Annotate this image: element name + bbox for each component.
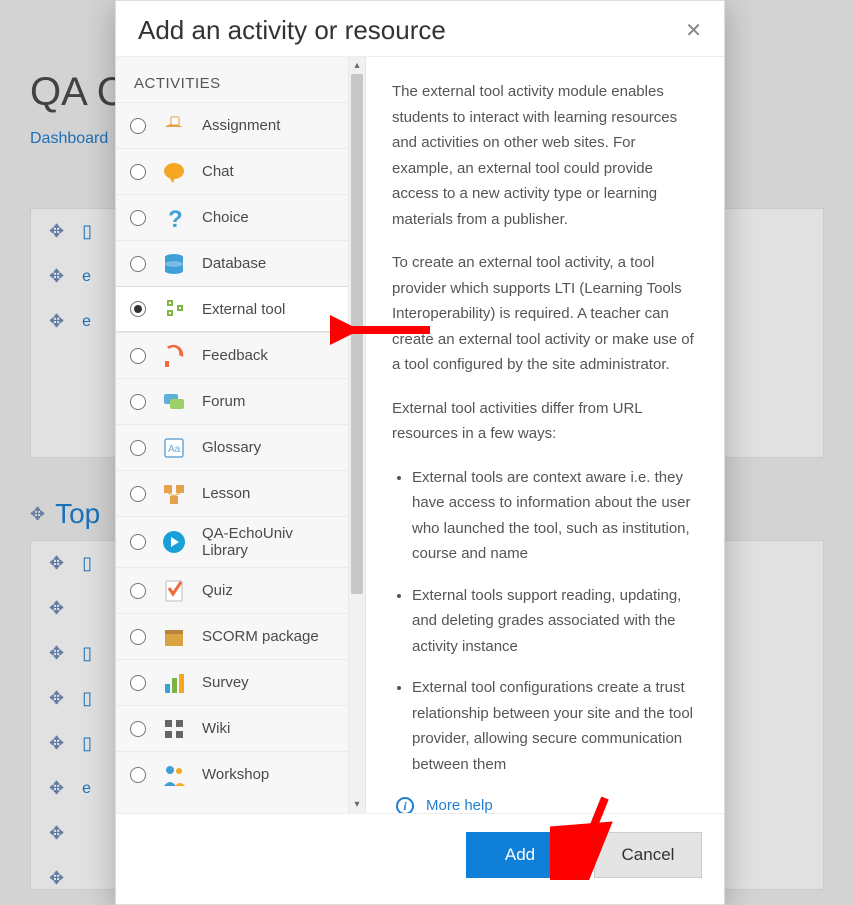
survey-icon bbox=[160, 669, 188, 697]
add-activity-modal: Add an activity or resource ✕ ACTIVITIES… bbox=[115, 0, 725, 905]
activity-label: Choice bbox=[202, 209, 249, 226]
activity-item-lesson[interactable]: Lesson bbox=[116, 470, 348, 516]
description-bullet: External tool configurations create a tr… bbox=[412, 675, 698, 777]
svg-text:Aa: Aa bbox=[168, 444, 181, 455]
modal-title: Add an activity or resource bbox=[138, 15, 446, 46]
activity-label: Chat bbox=[202, 163, 234, 180]
glossary-icon: Aa bbox=[160, 434, 188, 462]
assignment-icon bbox=[160, 112, 188, 140]
cancel-button[interactable]: Cancel bbox=[594, 832, 702, 878]
more-help-link[interactable]: i More help bbox=[396, 793, 698, 813]
scroll-thumb[interactable] bbox=[351, 74, 363, 594]
activities-pane: ACTIVITIES Assignment Chat? Choice Database… bbox=[116, 57, 366, 813]
radio[interactable] bbox=[130, 583, 146, 599]
radio[interactable] bbox=[130, 348, 146, 364]
activity-item-chat[interactable]: Chat bbox=[116, 148, 348, 194]
activity-label: Glossary bbox=[202, 439, 261, 456]
library-icon bbox=[160, 528, 188, 556]
quiz-icon bbox=[160, 577, 188, 605]
activity-item-forum[interactable]: Forum bbox=[116, 378, 348, 424]
description-bullet: External tools are context aware i.e. th… bbox=[412, 465, 698, 567]
description-paragraph: External tool activities differ from URL… bbox=[392, 396, 698, 447]
radio[interactable] bbox=[130, 394, 146, 410]
description-list: External tools are context aware i.e. th… bbox=[392, 465, 698, 778]
lesson-icon bbox=[160, 480, 188, 508]
radio[interactable] bbox=[130, 210, 146, 226]
activity-item-quiz[interactable]: Quiz bbox=[116, 567, 348, 613]
modal-footer: Add Cancel bbox=[116, 813, 724, 904]
close-icon[interactable]: ✕ bbox=[685, 21, 702, 41]
activity-item-wiki[interactable]: Wiki bbox=[116, 705, 348, 751]
activity-label: Quiz bbox=[202, 582, 233, 599]
scrollbar[interactable]: ▴ ▾ bbox=[348, 57, 365, 813]
activity-item-database[interactable]: Database bbox=[116, 240, 348, 286]
feedback-icon bbox=[160, 342, 188, 370]
database-icon bbox=[160, 250, 188, 278]
activity-item-assignment[interactable]: Assignment bbox=[116, 102, 348, 148]
radio[interactable] bbox=[130, 675, 146, 691]
activity-label: Database bbox=[202, 255, 266, 272]
activity-item-choice[interactable]: ? Choice bbox=[116, 194, 348, 240]
radio[interactable] bbox=[130, 440, 146, 456]
scorm-icon bbox=[160, 623, 188, 651]
activity-item-survey[interactable]: Survey bbox=[116, 659, 348, 705]
description-pane: The external tool activity module enable… bbox=[366, 57, 724, 813]
choice-icon: ? bbox=[160, 204, 188, 232]
activity-label: Forum bbox=[202, 393, 245, 410]
modal-header: Add an activity or resource ✕ bbox=[116, 1, 724, 56]
radio[interactable] bbox=[130, 629, 146, 645]
activity-label: QA-EchoUniv Library bbox=[202, 525, 334, 559]
radio[interactable] bbox=[130, 534, 146, 550]
chat-icon bbox=[160, 158, 188, 186]
activity-item-library[interactable]: QA-EchoUniv Library bbox=[116, 516, 348, 567]
forum-icon bbox=[160, 388, 188, 416]
activity-label: SCORM package bbox=[202, 628, 319, 645]
activity-item-glossary[interactable]: Aa Glossary bbox=[116, 424, 348, 470]
radio[interactable] bbox=[130, 767, 146, 783]
activity-item-scorm[interactable]: SCORM package bbox=[116, 613, 348, 659]
wiki-icon bbox=[160, 715, 188, 743]
description-paragraph: To create an external tool activity, a t… bbox=[392, 250, 698, 378]
activity-label: Assignment bbox=[202, 117, 280, 134]
activity-item-workshop[interactable]: Workshop bbox=[116, 751, 348, 797]
radio[interactable] bbox=[130, 256, 146, 272]
activity-label: Survey bbox=[202, 674, 249, 691]
scroll-up-icon[interactable]: ▴ bbox=[349, 57, 365, 74]
svg-text:?: ? bbox=[168, 206, 183, 231]
info-icon: i bbox=[396, 797, 414, 813]
more-help-label: More help bbox=[426, 793, 493, 813]
add-button[interactable]: Add bbox=[466, 832, 574, 878]
radio[interactable] bbox=[130, 486, 146, 502]
radio[interactable] bbox=[130, 164, 146, 180]
activities-list[interactable]: ACTIVITIES Assignment Chat? Choice Database… bbox=[116, 57, 348, 813]
radio[interactable] bbox=[130, 721, 146, 737]
radio[interactable] bbox=[130, 118, 146, 134]
radio[interactable] bbox=[130, 301, 146, 317]
workshop-icon bbox=[160, 761, 188, 789]
activity-label: Wiki bbox=[202, 720, 230, 737]
activity-label: Lesson bbox=[202, 485, 250, 502]
activity-label: Feedback bbox=[202, 347, 268, 364]
description-paragraph: The external tool activity module enable… bbox=[392, 79, 698, 232]
scroll-down-icon[interactable]: ▾ bbox=[349, 796, 365, 813]
activity-item-external-tool[interactable]: External tool bbox=[116, 286, 348, 332]
activity-label: Workshop bbox=[202, 766, 269, 783]
description-bullet: External tools support reading, updating… bbox=[412, 583, 698, 660]
external-tool-icon bbox=[160, 295, 188, 323]
activities-heading: ACTIVITIES bbox=[116, 69, 348, 102]
activity-label: External tool bbox=[202, 301, 285, 318]
modal-body: ACTIVITIES Assignment Chat? Choice Database… bbox=[116, 56, 724, 813]
activity-item-feedback[interactable]: Feedback bbox=[116, 332, 348, 378]
